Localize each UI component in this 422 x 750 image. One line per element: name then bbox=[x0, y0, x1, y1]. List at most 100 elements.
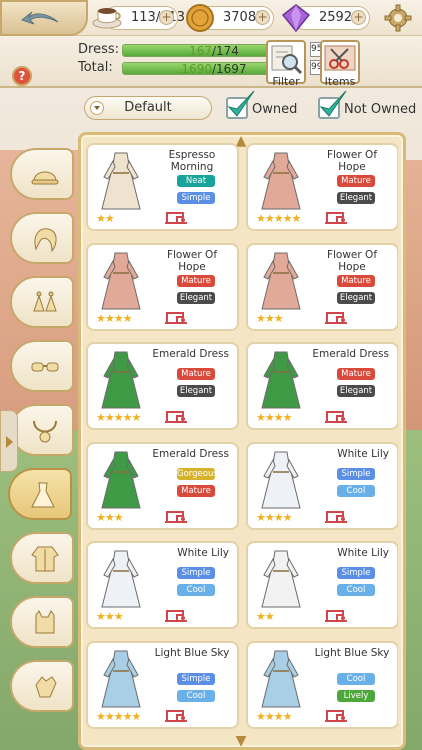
stamina-add-button[interactable]: + bbox=[159, 10, 174, 25]
sewing-machine-icon[interactable] bbox=[323, 209, 349, 225]
item-card[interactable]: White Lily Simple Cool ★★ bbox=[246, 541, 398, 629]
sewing-machine-icon[interactable] bbox=[163, 408, 189, 424]
items-button[interactable]: Items bbox=[320, 40, 360, 88]
expand-sidebar-button[interactable] bbox=[0, 410, 18, 472]
item-stars: ★★★★★ bbox=[96, 709, 141, 723]
item-name: Espresso Morning bbox=[168, 149, 216, 173]
diamond-icon bbox=[281, 4, 311, 33]
item-tag: Mature bbox=[177, 368, 215, 380]
chevron-down-icon bbox=[90, 101, 104, 115]
owned-checkbox[interactable]: Owned bbox=[226, 90, 306, 122]
stamina-value: 113/113 bbox=[131, 10, 186, 25]
sewing-machine-icon[interactable] bbox=[163, 707, 189, 723]
dress-icon bbox=[261, 650, 301, 707]
category-glasses[interactable] bbox=[10, 340, 74, 392]
category-dress[interactable] bbox=[8, 468, 72, 520]
item-stars: ★★★★★ bbox=[256, 212, 301, 225]
diamonds-add-button[interactable]: + bbox=[351, 10, 366, 25]
item-card[interactable]: Espresso Morning Neat Simple ★★ bbox=[86, 143, 239, 231]
coins-value: 37082 bbox=[223, 10, 265, 25]
item-card[interactable]: Flower Of Hope Mature Elegant ★★★ bbox=[246, 242, 398, 331]
item-card[interactable]: Light Blue Sky Cool Lively ★★★★ bbox=[246, 640, 398, 729]
item-stars: ★★ bbox=[96, 212, 115, 225]
diamonds-counter: 25920 + bbox=[281, 4, 370, 33]
item-tag: Cool bbox=[337, 584, 375, 596]
category-coat[interactable] bbox=[10, 532, 74, 584]
item-card[interactable]: Flower Of Hope Mature Elegant ★★★★★ bbox=[246, 143, 398, 231]
item-tag: Mature bbox=[337, 175, 375, 187]
sewing-machine-icon[interactable] bbox=[323, 309, 349, 325]
diamonds-value: 25920 bbox=[319, 10, 361, 25]
item-tag: Elegant bbox=[337, 192, 375, 204]
item-tag: Mature bbox=[337, 274, 375, 287]
dress-icon bbox=[101, 152, 141, 210]
sewing-machine-icon[interactable] bbox=[323, 508, 349, 524]
necklace-icon bbox=[33, 420, 57, 443]
item-stars: ★★ bbox=[256, 610, 275, 623]
help-button[interactable]: ? bbox=[12, 66, 32, 86]
item-card[interactable]: Flower Of Hope Mature Elegant ★★★★ bbox=[86, 242, 239, 331]
item-stars: ★★★★ bbox=[96, 311, 132, 325]
item-tag: Lively bbox=[337, 689, 375, 702]
back-button[interactable] bbox=[0, 0, 88, 36]
sewing-machine-icon[interactable] bbox=[323, 607, 349, 623]
dress-icon bbox=[261, 252, 301, 309]
item-card[interactable]: White Lily Simple Cool ★★★ bbox=[86, 541, 239, 629]
sewing-machine-icon[interactable] bbox=[163, 309, 189, 325]
owned-check-box bbox=[226, 90, 255, 119]
category-top[interactable] bbox=[10, 596, 74, 648]
coins-counter: 37082 + bbox=[186, 4, 274, 32]
item-name: White Lily bbox=[337, 547, 389, 559]
dress-current: 167 bbox=[189, 44, 212, 58]
top-bar: 113/113 + 37082 + 25920 + bbox=[0, 0, 422, 36]
wardrobe-grid: Espresso Morning Neat Simple ★★ Flower Of Ho… bbox=[86, 143, 398, 743]
item-card[interactable]: White Lily Simple Cool ★★★★ bbox=[246, 441, 398, 530]
sewing-machine-icon[interactable] bbox=[323, 707, 349, 723]
item-tag: Cool bbox=[337, 672, 375, 685]
magnifier-icon bbox=[271, 45, 303, 75]
top-icon bbox=[35, 610, 55, 634]
sewing-machine-icon[interactable] bbox=[323, 408, 349, 424]
gear-icon[interactable] bbox=[384, 4, 412, 32]
filter-button[interactable]: Filter bbox=[266, 40, 306, 88]
category-hair[interactable] bbox=[10, 212, 74, 264]
sewing-machine-icon[interactable] bbox=[163, 209, 189, 225]
not-owned-checkbox[interactable]: Not Owned bbox=[318, 90, 416, 122]
category-earrings[interactable] bbox=[10, 276, 74, 328]
item-tag: Simple bbox=[337, 467, 375, 480]
item-tag: Mature bbox=[177, 274, 215, 287]
item-name: White Lily bbox=[177, 547, 229, 559]
not-owned-check-box bbox=[318, 90, 347, 119]
item-tag: Neat bbox=[177, 175, 215, 187]
sort-dropdown[interactable]: Default bbox=[84, 96, 212, 120]
item-card[interactable]: Emerald Dress Gorgeous Mature ★★★ bbox=[86, 441, 239, 530]
sewing-machine-icon[interactable] bbox=[163, 607, 189, 623]
item-tag: Elegant bbox=[177, 291, 215, 304]
category-gloves[interactable] bbox=[10, 660, 74, 712]
category-necklace[interactable] bbox=[10, 404, 74, 456]
item-name: Emerald Dress bbox=[152, 447, 229, 460]
item-name: White Lily bbox=[337, 447, 389, 460]
gold-coin-icon bbox=[186, 4, 214, 32]
item-tag: Cool bbox=[177, 584, 215, 596]
scroll-down-icon[interactable]: ▼ bbox=[231, 733, 251, 749]
item-stars: ★★★★ bbox=[256, 709, 292, 723]
sewing-machine-icon[interactable] bbox=[163, 508, 189, 524]
item-tag: Gorgeous bbox=[177, 467, 218, 480]
coat-icon bbox=[31, 546, 59, 572]
item-tag: Elegant bbox=[337, 291, 375, 304]
item-card[interactable]: Light Blue Sky Simple Cool ★★★★★ bbox=[86, 640, 239, 729]
item-card[interactable]: Emerald Dress Mature Elegant ★★★★★ bbox=[86, 342, 239, 430]
earrings-icon bbox=[33, 291, 57, 312]
dress-icon bbox=[261, 152, 301, 210]
dress-total: /174 bbox=[211, 44, 239, 58]
back-arrow-icon bbox=[20, 11, 59, 25]
item-tag: Simple bbox=[177, 567, 215, 579]
category-hat[interactable] bbox=[10, 148, 74, 200]
dress-label: Dress: bbox=[78, 42, 119, 57]
coins-add-button[interactable]: + bbox=[255, 10, 270, 25]
scissors-icon bbox=[324, 45, 356, 71]
total-current: 1690 bbox=[181, 62, 212, 76]
item-stars: ★★★★ bbox=[256, 411, 292, 424]
item-card[interactable]: Emerald Dress Mature Elegant ★★★★ bbox=[246, 342, 398, 430]
